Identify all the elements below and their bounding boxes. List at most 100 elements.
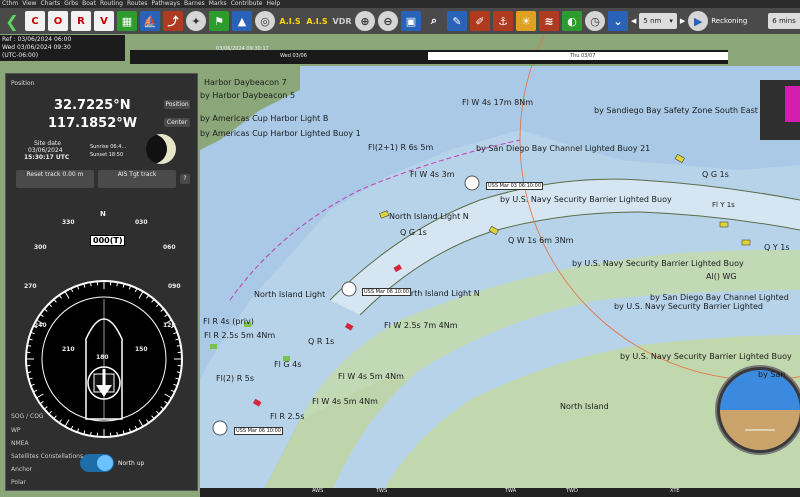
xte-label: XTE bbox=[670, 488, 680, 494]
chart-label: Fl R 2.5s 5m 4Nm bbox=[204, 331, 276, 340]
chart-label: North Island Light bbox=[254, 290, 326, 299]
section-polar[interactable]: Polar bbox=[11, 479, 26, 486]
search-icon[interactable]: ⌕ bbox=[424, 11, 444, 31]
back-arrow-icon[interactable]: ❮ bbox=[2, 11, 22, 31]
waypoint-icon[interactable]: ⚑ bbox=[209, 11, 229, 31]
twa-label: TWA bbox=[505, 488, 517, 494]
reckoning-value: 6 mins bbox=[772, 17, 796, 25]
moon-phase-icon bbox=[146, 134, 176, 164]
chart-label: by Americas Cup Harbor Lighted Buoy 1 bbox=[200, 129, 361, 138]
menu-item[interactable]: Barnes bbox=[184, 0, 205, 8]
ais-targets-button[interactable]: A.I.S bbox=[305, 11, 329, 31]
grib-icon[interactable]: ▦ bbox=[117, 11, 137, 31]
section-anchor[interactable]: Anchor bbox=[11, 466, 32, 473]
compass-tick-240: 240 bbox=[34, 322, 47, 329]
compass-tick-mark bbox=[116, 282, 119, 287]
ais-target-tag[interactable]: USS Mar 03 06:10:00 bbox=[486, 182, 544, 190]
step-select[interactable]: 5 nm ▾ bbox=[639, 13, 677, 29]
compass-tick-150: 150 bbox=[135, 346, 148, 353]
ais-target-tag[interactable]: USS Mar 06 10:00 bbox=[234, 427, 283, 435]
menu-item[interactable]: Pathways bbox=[152, 0, 180, 8]
aws-label: AWS bbox=[312, 488, 324, 494]
menu-item[interactable]: Marks bbox=[209, 0, 227, 8]
compass-tick-mark bbox=[27, 371, 32, 374]
position-panel: Position 32.7225°N 117.1852°W Position C… bbox=[5, 73, 198, 491]
center-button[interactable]: Center bbox=[164, 118, 190, 127]
pathway-icon[interactable]: ▲ bbox=[232, 11, 252, 31]
north-up-toggle[interactable] bbox=[80, 454, 114, 472]
sunrise-time: Sunrise 06:4... bbox=[90, 144, 127, 150]
chart-label: by Harbor Daybeacon 5 bbox=[200, 91, 296, 100]
chart-label: by San Diego Bay Channel Lighted Buoy 21 bbox=[476, 144, 651, 153]
twd-label: TWD bbox=[566, 488, 578, 494]
toggle-o-button[interactable]: O bbox=[48, 11, 68, 31]
chart-label: North Island Light N bbox=[389, 212, 469, 221]
timeline-mid-label: Wed 03/06 bbox=[280, 53, 307, 59]
toggle-r-button[interactable]: R bbox=[71, 11, 91, 31]
site-time: 15:30:17 UTC bbox=[24, 154, 70, 161]
clock-icon[interactable]: ◷ bbox=[585, 11, 605, 31]
compass-tick-180: 180 bbox=[96, 354, 109, 361]
man-overboard-icon[interactable]: ⚓ bbox=[493, 11, 513, 31]
chart-label: Fl W 4s 5m 4Nm bbox=[338, 372, 404, 381]
zoom-out-icon[interactable]: ⊖ bbox=[378, 11, 398, 31]
play-icon[interactable]: ▶ bbox=[688, 11, 709, 31]
north-up-label: North up bbox=[118, 460, 145, 467]
menu-item[interactable]: Routing bbox=[100, 0, 123, 8]
menu-item[interactable]: Help bbox=[267, 0, 281, 8]
compass-icon[interactable]: ✦ bbox=[186, 11, 206, 31]
menu-item[interactable]: Cthm bbox=[2, 0, 18, 8]
section-wp[interactable]: WP bbox=[11, 427, 21, 434]
menu-bar: Cthm View Charts Grbs Boat Routing Route… bbox=[0, 0, 800, 8]
chevron-down-icon: ▾ bbox=[669, 17, 673, 25]
target-icon[interactable]: ◎ bbox=[255, 11, 275, 31]
section-sog-cog[interactable]: SOG / COG bbox=[11, 413, 44, 420]
toggle-c-button[interactable]: C bbox=[25, 11, 45, 31]
chart-quilt-icon[interactable]: ▣ bbox=[401, 11, 421, 31]
toggle-knob bbox=[97, 455, 113, 471]
help-button[interactable]: ? bbox=[180, 174, 190, 184]
prev-step-icon[interactable]: ◀ bbox=[631, 17, 636, 25]
section-nmea[interactable]: NMEA bbox=[11, 440, 29, 447]
ais-button[interactable]: A.I.S bbox=[278, 11, 302, 31]
ais-target-tag[interactable]: USS Mar 06 10:00 bbox=[362, 288, 411, 296]
toggle-v-button[interactable]: V bbox=[94, 11, 114, 31]
ais-track-button[interactable]: AIS Tgt track bbox=[98, 170, 176, 188]
tws-label: TWS bbox=[376, 488, 388, 494]
windsock-icon[interactable]: ≋ bbox=[539, 11, 559, 31]
compass-tick-030: 030 bbox=[135, 219, 148, 226]
route-icon[interactable]: ⤴ bbox=[163, 11, 183, 31]
zoom-in-icon[interactable]: ⊕ bbox=[355, 11, 375, 31]
measure-icon[interactable]: ✎ bbox=[447, 11, 467, 31]
chevron-down-icon[interactable]: ⌄ bbox=[608, 11, 628, 31]
timeline-slider[interactable]: 03/06/2024 09:30:17 Wed 03/06 Thu 03/07 bbox=[130, 46, 728, 64]
menu-item[interactable]: Charts bbox=[40, 0, 60, 8]
compass-tick-n: N bbox=[100, 210, 106, 218]
boat-icon[interactable]: ⛵ bbox=[140, 11, 160, 31]
menu-item[interactable]: View bbox=[22, 0, 36, 8]
sun-icon[interactable]: ☀ bbox=[516, 11, 536, 31]
pencil-icon[interactable]: ✐ bbox=[470, 11, 490, 31]
vdr-button[interactable]: VDR bbox=[332, 11, 352, 31]
chart-label: Fl(2) R 5s bbox=[216, 374, 255, 383]
current-icon[interactable]: ◐ bbox=[562, 11, 582, 31]
menu-item[interactable]: Boat bbox=[82, 0, 96, 8]
reset-track-button[interactable]: Reset track 0.00 m bbox=[16, 170, 94, 188]
compass-tick-120: 120 bbox=[163, 322, 176, 329]
reckoning-select[interactable]: 6 mins▾ bbox=[768, 13, 800, 29]
chart-label: Q G 1s bbox=[400, 228, 427, 237]
menu-item[interactable]: Grbs bbox=[64, 0, 78, 8]
menu-item[interactable]: Routes bbox=[127, 0, 148, 8]
chart-label: by Sandiego Bay Safety Zone South East bbox=[594, 106, 758, 115]
reckoning-label: Reckoning bbox=[711, 17, 748, 25]
next-step-icon[interactable]: ▶ bbox=[680, 17, 685, 25]
menu-item[interactable]: Contribute bbox=[231, 0, 263, 8]
compass-tick-210: 210 bbox=[62, 346, 75, 353]
section-satellites[interactable]: Satellites Constellations bbox=[11, 453, 83, 460]
position-button[interactable]: Position bbox=[164, 100, 190, 109]
chart-label: by U.S. Navy Security Barrier Lighted Bu… bbox=[620, 352, 792, 361]
chart-label: by San Diego Bay Channel Lighted bbox=[650, 293, 789, 302]
chart-label: Fl Y 1s bbox=[712, 201, 735, 209]
longitude: 117.1852°W bbox=[48, 116, 138, 131]
timezone: (UTC-06:00) bbox=[2, 52, 39, 59]
